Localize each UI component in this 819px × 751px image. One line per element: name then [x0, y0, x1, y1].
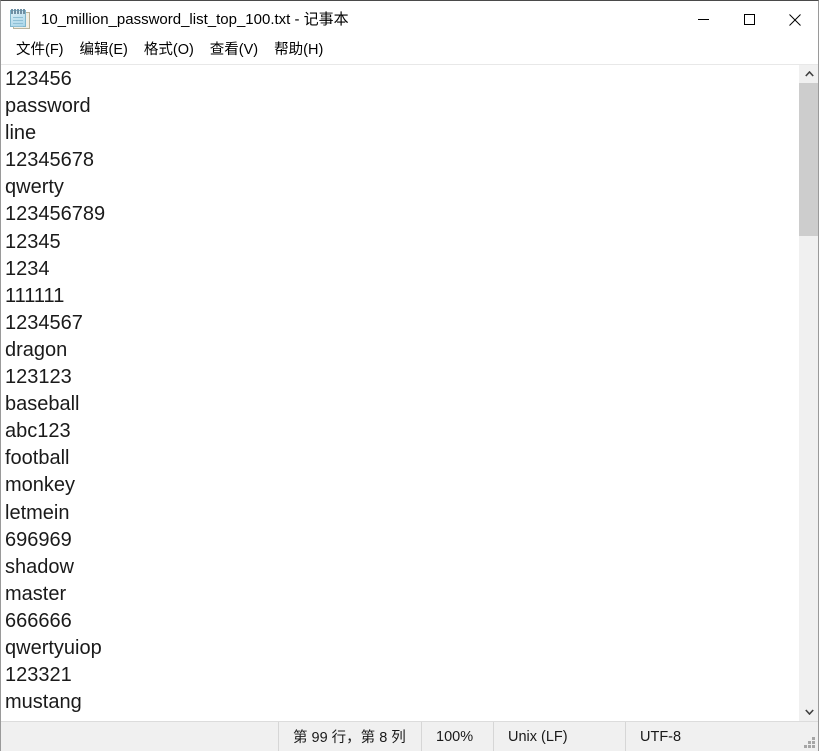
status-cursor-position: 第 99 行，第 8 列 — [278, 722, 421, 751]
close-button[interactable] — [772, 1, 818, 38]
text-line: 1234567 — [5, 311, 83, 334]
menu-item-edit[interactable]: 编辑(E) — [72, 41, 136, 61]
menu-bar: 文件(F) 编辑(E) 格式(O) 查看(V) 帮助(H) — [1, 38, 818, 65]
text-line: 696969 — [5, 528, 72, 551]
menu-item-file[interactable]: 文件(F) — [8, 41, 72, 61]
text-line: letmein — [5, 501, 70, 524]
text-line: 1234 — [5, 257, 50, 280]
notepad-window: 10_million_password_list_top_100.txt - 记… — [0, 0, 819, 751]
text-line: football — [5, 447, 70, 470]
text-line: shadow — [5, 555, 74, 578]
chevron-down-icon — [804, 709, 814, 715]
menu-item-format[interactable]: 格式(O) — [136, 41, 202, 61]
status-zoom-level[interactable]: 100% — [421, 722, 493, 751]
window-controls — [680, 1, 818, 38]
text-line: 111111 — [5, 284, 65, 307]
text-line: 123321 — [5, 664, 72, 687]
menu-item-view[interactable]: 查看(V) — [202, 41, 266, 61]
text-line: baseball — [5, 393, 80, 416]
minimize-icon — [697, 19, 709, 20]
minimize-button[interactable] — [680, 1, 726, 38]
maximize-button[interactable] — [726, 1, 772, 38]
text-line: 12345678 — [5, 149, 94, 172]
text-line: 123456 — [5, 68, 72, 90]
status-bar: 第 99 行，第 8 列 100% Unix (LF) UTF-8 — [1, 721, 818, 751]
status-bar-spacer — [1, 722, 278, 751]
scrollbar-thumb[interactable] — [799, 82, 818, 237]
text-line: 12345 — [5, 230, 61, 253]
text-line: mustang — [5, 691, 82, 714]
chevron-up-icon — [804, 71, 814, 77]
editor-area: 123456 password line 12345678 qwerty 12345678… — [1, 65, 818, 721]
title-bar-left: 10_million_password_list_top_100.txt - 记… — [1, 8, 680, 31]
close-icon — [789, 13, 801, 26]
menu-item-help[interactable]: 帮助(H) — [266, 41, 331, 61]
text-line: monkey — [5, 474, 76, 497]
text-line: abc123 — [5, 420, 71, 443]
notepad-icon — [10, 8, 32, 31]
text-line: line — [5, 122, 37, 145]
maximize-icon — [743, 14, 755, 25]
window-title: 10_million_password_list_top_100.txt - 记… — [41, 11, 349, 28]
scroll-down-button[interactable] — [799, 703, 818, 721]
text-line: 123456789 — [5, 203, 106, 226]
text-line: 666666 — [5, 609, 72, 632]
scroll-up-button[interactable] — [799, 65, 818, 83]
text-line: password — [5, 95, 91, 118]
vertical-scrollbar[interactable] — [798, 65, 818, 721]
title-bar[interactable]: 10_million_password_list_top_100.txt - 记… — [1, 1, 818, 38]
text-line: 123123 — [5, 366, 72, 389]
status-line-ending[interactable]: Unix (LF) — [493, 722, 625, 751]
resize-grip-icon[interactable] — [803, 736, 815, 748]
text-line: qwertyuiop — [5, 636, 102, 659]
text-line: master — [5, 582, 67, 605]
text-line: dragon — [5, 338, 68, 361]
text-editor[interactable]: 123456 password line 12345678 qwerty 12345678… — [1, 65, 798, 721]
text-line: qwerty — [5, 176, 64, 199]
status-encoding[interactable]: UTF-8 — [625, 722, 818, 751]
